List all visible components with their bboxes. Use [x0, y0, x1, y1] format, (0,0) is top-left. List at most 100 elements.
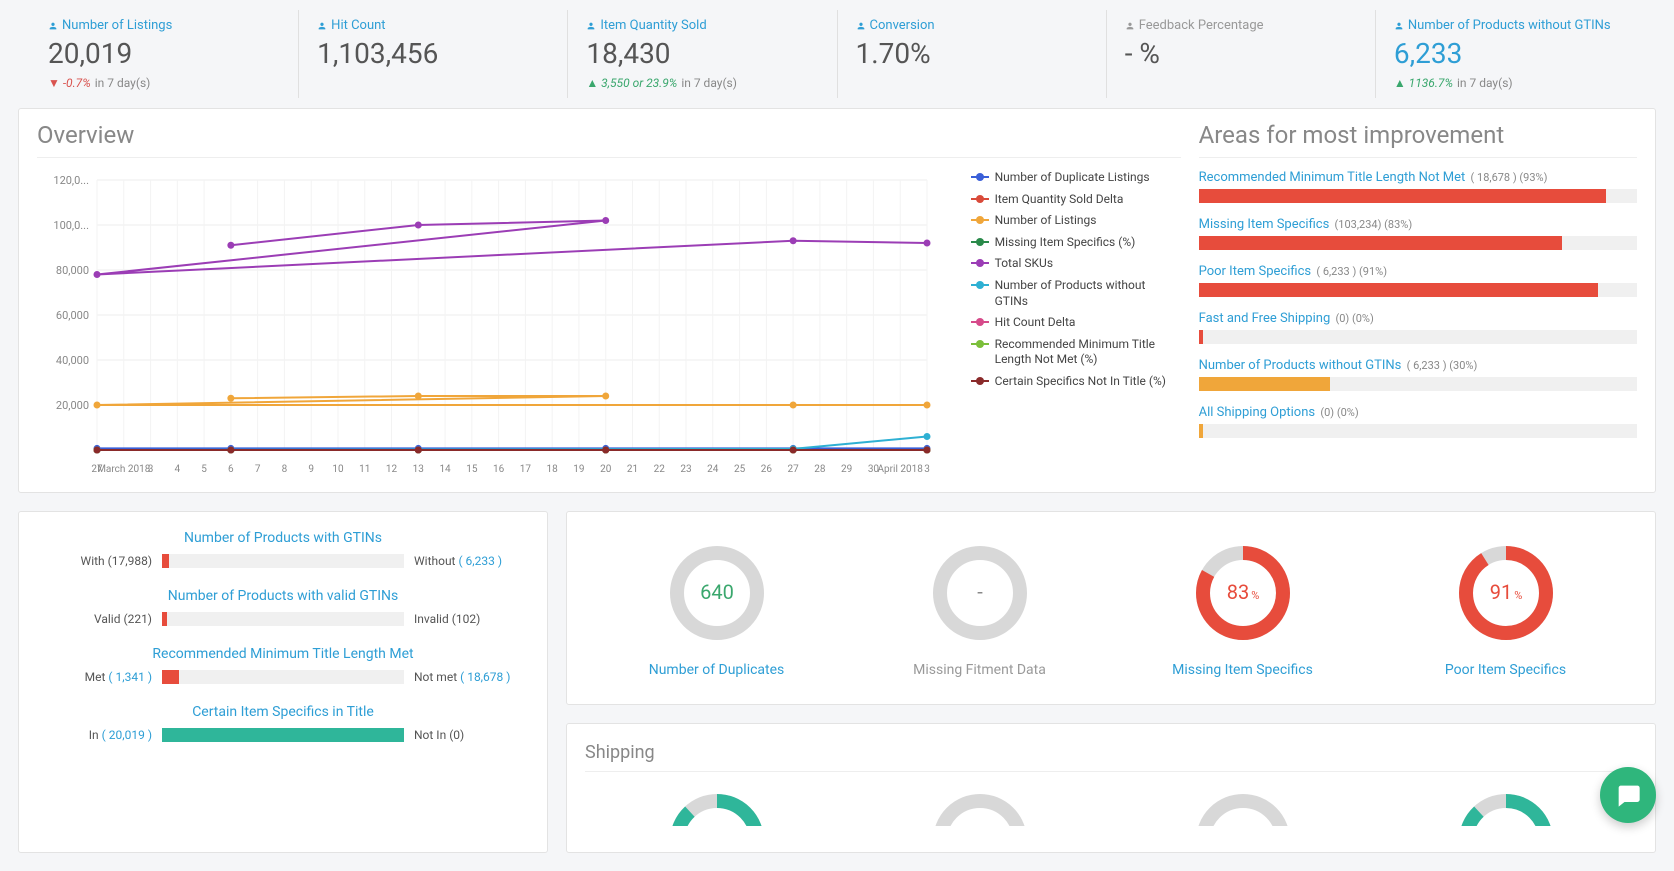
kpi-4: Feedback Percentage - % [1107, 10, 1376, 98]
improvement-title-row: Missing Item Specifics (103,234) (83%) [1199, 217, 1637, 232]
hbar-group: Certain Item Specifics in Title In ( 20,… [37, 704, 529, 742]
svg-text:9: 9 [308, 464, 314, 475]
gauge[interactable]: 83% Missing Item Specifics [1133, 538, 1353, 678]
svg-text:22: 22 [654, 464, 666, 475]
kpi-delta: ▲ 3,550 or 23.9%in 7 day(s) [586, 76, 818, 90]
hbar-left-label: With (17,988) [37, 554, 152, 568]
svg-text:29: 29 [841, 464, 852, 475]
improvement-meta: ( 6,233 ) (91%) [1316, 265, 1387, 278]
kpi-label: Feedback Percentage [1125, 18, 1357, 33]
improvement-link[interactable]: Recommended Minimum Title Length Not Met [1199, 170, 1466, 185]
hbar-group: Recommended Minimum Title Length Met Met… [37, 646, 529, 684]
shipping-title: Shipping [585, 742, 1637, 772]
hbar-track [162, 612, 404, 626]
legend-marker-icon [971, 259, 989, 267]
hbar-fill [162, 612, 167, 626]
legend-marker-icon [971, 340, 989, 348]
hbar-fill [162, 670, 179, 684]
improvement-bar-fill [1199, 377, 1331, 391]
svg-text:17: 17 [520, 464, 532, 475]
svg-text:23: 23 [680, 464, 691, 475]
svg-text:24: 24 [707, 464, 719, 475]
legend-marker-icon [971, 216, 989, 224]
improvement-link[interactable]: Missing Item Specifics [1199, 217, 1330, 232]
shipping-gauge[interactable] [1396, 786, 1616, 826]
gauge[interactable]: 640 Number of Duplicates [607, 538, 827, 678]
improvement-meta: (103,234) (83%) [1335, 218, 1413, 231]
gauge-ring: - [925, 538, 1035, 648]
improvement-bar [1199, 424, 1637, 438]
chat-launcher-button[interactable] [1600, 767, 1656, 823]
shipping-gauge[interactable] [1133, 786, 1353, 826]
svg-text:25: 25 [734, 464, 746, 475]
hbar-title[interactable]: Certain Item Specifics in Title [37, 704, 529, 720]
kpi-label: Hit Count [317, 18, 549, 33]
svg-text:5: 5 [201, 464, 207, 475]
hbar-title[interactable]: Number of Products with valid GTINs [37, 588, 529, 604]
legend-item[interactable]: Number of Products without GTINs [971, 278, 1181, 309]
svg-text:20,000: 20,000 [56, 399, 89, 412]
hbar-right-label: Not In (0) [414, 728, 529, 742]
svg-text:83%: 83% [1226, 580, 1259, 604]
improvement-link[interactable]: All Shipping Options [1199, 405, 1316, 420]
improvement-bar-fill [1199, 424, 1203, 438]
legend-item[interactable]: Hit Count Delta [971, 315, 1181, 331]
kpi-delta: ▼ -0.7%in 7 day(s) [48, 76, 280, 90]
svg-text:4: 4 [175, 464, 181, 475]
shipping-panel: Shipping [566, 723, 1656, 853]
kpi-label: Number of Listings [48, 18, 280, 33]
improvement-link[interactable]: Poor Item Specifics [1199, 264, 1311, 279]
shipping-gauge[interactable] [870, 786, 1090, 826]
improvement-link[interactable]: Number of Products without GTINs [1199, 358, 1402, 373]
hbar-fill [162, 554, 169, 568]
svg-text:12: 12 [386, 464, 398, 475]
legend-marker-icon [971, 238, 989, 246]
hbar-title[interactable]: Recommended Minimum Title Length Met [37, 646, 529, 662]
kpi-value: 1.70% [856, 37, 1088, 70]
improvement-meta: ( 18,678 ) (93%) [1471, 171, 1548, 184]
hbar-title[interactable]: Number of Products with GTINs [37, 530, 529, 546]
svg-text:7: 7 [255, 464, 261, 475]
improvement-item: Missing Item Specifics (103,234) (83%) [1199, 217, 1637, 250]
gauges-panel: 640 Number of Duplicates - Missing Fitme… [566, 511, 1656, 705]
kpi-0: Number of Listings 20,019 ▼ -0.7%in 7 da… [30, 10, 299, 98]
svg-text:40,000: 40,000 [56, 354, 89, 367]
gauge-ring: 91% [1451, 538, 1561, 648]
hbar-left-label: Met ( 1,341 ) [37, 670, 152, 684]
hbar-fill [162, 728, 404, 742]
svg-text:15: 15 [466, 464, 478, 475]
shipping-gauge[interactable] [607, 786, 827, 826]
svg-text:13: 13 [413, 464, 424, 475]
legend-item[interactable]: Recommended Minimum Title Length Not Met… [971, 337, 1181, 368]
legend-item[interactable]: Certain Specifics Not In Title (%) [971, 374, 1181, 390]
legend-item[interactable]: Number of Listings [971, 213, 1181, 229]
improvement-item: Fast and Free Shipping (0) (0%) [1199, 311, 1637, 344]
legend-item[interactable]: Total SKUs [971, 256, 1181, 272]
svg-text:21: 21 [627, 464, 638, 475]
kpi-label: Item Quantity Sold [586, 18, 818, 33]
gauge[interactable]: - Missing Fitment Data [870, 538, 1090, 678]
improvement-bar [1199, 377, 1637, 391]
improvement-list: Recommended Minimum Title Length Not Met… [1199, 170, 1637, 438]
svg-text:3: 3 [924, 464, 930, 475]
legend-label: Item Quantity Sold Delta [995, 192, 1124, 208]
hbar-row: Met ( 1,341 ) Not met ( 18,678 ) [37, 670, 529, 684]
lower-row: Number of Products with GTINs With (17,9… [18, 511, 1656, 853]
hbar-left-label: Valid (221) [37, 612, 152, 626]
legend-item[interactable]: Number of Duplicate Listings [971, 170, 1181, 186]
gauges-row: 640 Number of Duplicates - Missing Fitme… [585, 530, 1637, 686]
improvement-item: All Shipping Options (0) (0%) [1199, 405, 1637, 438]
legend-item[interactable]: Missing Item Specifics (%) [971, 235, 1181, 251]
svg-text:640: 640 [700, 580, 734, 604]
gauge[interactable]: 91% Poor Item Specifics [1396, 538, 1616, 678]
svg-text:26: 26 [761, 464, 773, 475]
svg-text:6: 6 [228, 464, 234, 475]
legend-label: Total SKUs [995, 256, 1053, 272]
chat-icon [1614, 781, 1642, 809]
improvement-title-row: Number of Products without GTINs ( 6,233… [1199, 358, 1637, 373]
overview-line-chart[interactable]: 20,00040,00060,00080,000100,0...120,0...… [37, 170, 971, 480]
legend-item[interactable]: Item Quantity Sold Delta [971, 192, 1181, 208]
kpi-delta: ▲ 1136.7%in 7 day(s) [1394, 76, 1626, 90]
gauge-ring [925, 786, 1035, 826]
improvement-link[interactable]: Fast and Free Shipping [1199, 311, 1331, 326]
